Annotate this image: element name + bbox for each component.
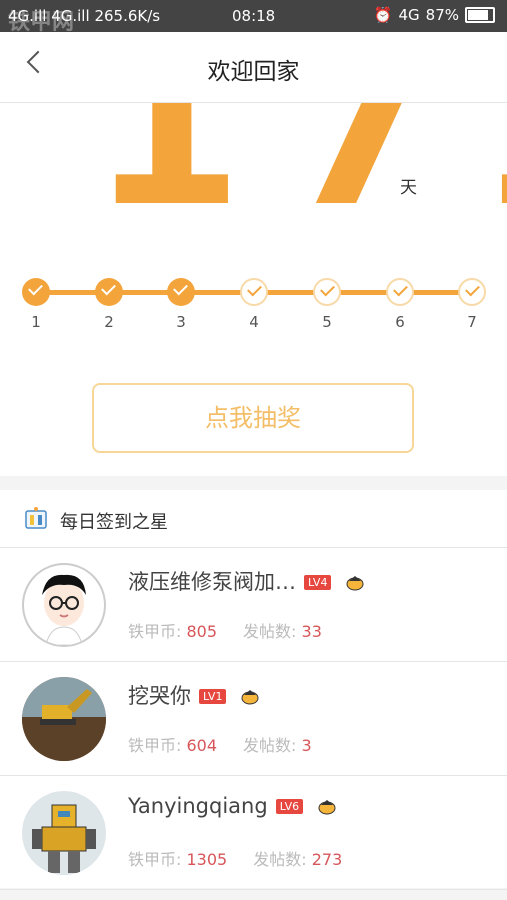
status-bar: 铁甲网 4G.ill 4G.ill 265.6K/s 08:18 ⏰ 4G 87… (0, 0, 507, 35)
user-row[interactable]: 液压维修泵阀加… LV4 铁甲币: 805 发帖数: 33 (0, 548, 507, 662)
step-done-icon (167, 278, 195, 306)
step-number: 1 (31, 313, 41, 331)
level-badge: LV4 (304, 575, 332, 590)
avatar[interactable] (22, 791, 106, 875)
avatar[interactable] (22, 677, 106, 761)
check-icon (393, 281, 408, 297)
level-badge: LV1 (199, 689, 227, 704)
step-number: 2 (104, 313, 114, 331)
step-pending-icon (313, 278, 341, 306)
coins-value: 805 (186, 622, 218, 641)
step-number: 4 (249, 313, 259, 331)
step-number: 7 (467, 313, 477, 331)
user-row[interactable]: 挖哭你 LV1 铁甲币: 604 发帖数: 3 (0, 662, 507, 776)
posts-value: 273 (311, 850, 343, 869)
user-name[interactable]: Yanyingqiang (128, 794, 268, 818)
user-name[interactable]: 液压维修泵阀加… (128, 570, 296, 594)
coins-label: 铁甲币: (128, 850, 182, 869)
avatar[interactable] (22, 563, 106, 647)
network-type: 4G (398, 6, 420, 24)
check-icon (320, 281, 335, 297)
star-list-header: 每日签到之星 (0, 490, 507, 548)
user-name[interactable]: 挖哭你 (128, 684, 191, 708)
posts-value: 3 (301, 736, 312, 755)
nav-bar: cehome.com 欢迎回家 (0, 32, 507, 103)
posts-label: 发帖数: (253, 850, 307, 869)
coins-value: 1305 (186, 850, 228, 869)
step-done-icon (95, 278, 123, 306)
signal-indicator: 4G.ill 4G.ill (8, 7, 90, 25)
battery-percent: 87% (425, 6, 459, 24)
star-list-title: 每日签到之星 (60, 512, 168, 533)
user-row[interactable]: Yanyingqiang LV6 铁甲币: 1305 发帖数: 273 (0, 776, 507, 890)
posts-label: 发帖数: (243, 736, 297, 755)
coins-label: 铁甲币: (128, 736, 182, 755)
posts-label: 发帖数: (243, 622, 297, 641)
vip-badge-icon (318, 800, 336, 815)
posts-value: 33 (301, 622, 322, 641)
network-speed: 265.6K/s (94, 7, 161, 25)
coins-label: 铁甲币: (128, 622, 182, 641)
clock: 08:18 (232, 7, 276, 25)
vip-badge-icon (241, 690, 259, 705)
vip-badge-icon (346, 576, 364, 591)
days-unit: 天 (400, 178, 417, 198)
check-icon (247, 281, 262, 297)
step-number: 3 (176, 313, 186, 331)
coins-value: 604 (186, 736, 218, 755)
step-done-icon (22, 278, 50, 306)
checkin-card: 171 天 1 2 3 4 5 6 7 点我抽奖 (0, 103, 507, 476)
step-pending-icon (240, 278, 268, 306)
alarm-icon: ⏰ (373, 6, 393, 24)
trophy-icon (25, 507, 47, 529)
checkin-progress: 1 2 3 4 5 6 7 (0, 278, 507, 338)
page-title: 欢迎回家 (207, 59, 300, 85)
check-icon (465, 281, 480, 297)
level-badge: LV6 (275, 799, 304, 814)
step-number: 5 (322, 313, 332, 331)
checkin-days: 171 (90, 103, 507, 255)
battery-icon (465, 7, 495, 23)
star-list: 每日签到之星 液压维修泵阀加… LV4 铁甲币: 805 发帖数: 33 挖哭你… (0, 490, 507, 890)
draw-lottery-button[interactable]: 点我抽奖 (92, 383, 414, 453)
step-pending-icon (386, 278, 414, 306)
step-number: 6 (395, 313, 405, 331)
step-pending-icon (458, 278, 486, 306)
check-icon (173, 280, 188, 296)
check-icon (101, 280, 116, 296)
check-icon (28, 280, 43, 296)
